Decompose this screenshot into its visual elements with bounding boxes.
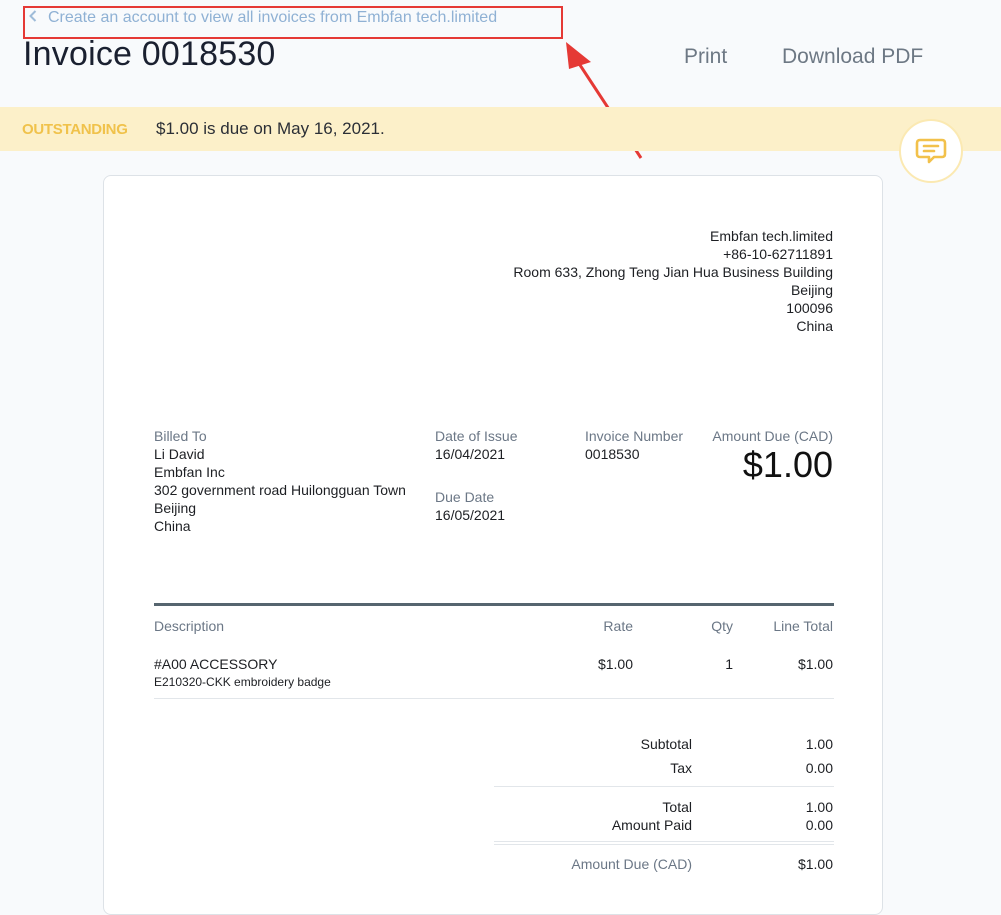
billed-to-block: Billed To Li David Embfan Inc 302 govern…: [154, 427, 406, 535]
amount-paid-label: Amount Paid: [611, 817, 692, 833]
issue-date-label: Date of Issue: [435, 428, 518, 444]
totals-divider: [494, 786, 834, 787]
company-country: China: [796, 318, 833, 334]
billed-to-name: Li David: [154, 446, 205, 462]
billed-to-street: 302 government road Huilongguan Town: [154, 482, 406, 498]
tax-label: Tax: [670, 760, 692, 776]
company-postal: 100096: [786, 300, 833, 316]
final-due-value: $1.00: [797, 856, 833, 872]
item-line-total: $1.00: [797, 656, 833, 672]
print-link[interactable]: Print: [684, 45, 727, 69]
item-qty: 1: [725, 656, 733, 672]
row-divider: [154, 698, 834, 699]
invoice-number-value: 0018530: [585, 446, 640, 462]
issue-date-value: 16/04/2021: [435, 446, 506, 462]
invoice-number-label: Invoice Number: [585, 428, 684, 444]
billed-to-city: Beijing: [154, 500, 197, 516]
total-value: 1.00: [805, 799, 833, 815]
col-header-line-total: Line Total: [773, 618, 833, 634]
due-date-label: Due Date: [435, 489, 495, 505]
company-street: Room 633, Zhong Teng Jian Hua Business B…: [513, 264, 833, 280]
col-header-qty: Qty: [711, 618, 733, 634]
company-city: Beijing: [790, 282, 833, 298]
table-top-rule: [154, 603, 834, 606]
page-title: Invoice 0018530: [23, 35, 276, 73]
chat-button[interactable]: [899, 119, 963, 183]
invoice-card: Embfan tech.limited +86-10-62711891 Room…: [103, 175, 883, 915]
billed-to-company: Embfan Inc: [154, 464, 225, 480]
due-date-value: 16/05/2021: [435, 507, 506, 523]
amount-due-label: Amount Due (CAD): [712, 428, 833, 444]
company-name: Embfan tech.limited: [710, 228, 833, 244]
item-title: #A00 ACCESSORY: [154, 656, 278, 672]
company-address: Embfan tech.limited +86-10-62711891 Room…: [513, 227, 833, 335]
total-label: Total: [662, 799, 692, 815]
amount-due-value: $1.00: [742, 444, 833, 485]
invoice-number-block: Invoice Number 0018530: [585, 427, 683, 463]
final-due-label: Amount Due (CAD): [571, 856, 692, 872]
status-message: $1.00 is due on May 16, 2021.: [156, 119, 385, 138]
subtotal-label: Subtotal: [640, 736, 692, 752]
item-rate: $1.00: [597, 656, 633, 672]
issue-date-block: Date of Issue 16/04/2021: [435, 427, 518, 463]
amount-paid-value: 0.00: [805, 817, 833, 833]
item-subtitle: E210320-CKK embroidery badge: [154, 675, 331, 689]
amount-due-block: Amount Due (CAD) $1.00: [712, 427, 833, 485]
company-phone: +86-10-62711891: [723, 246, 833, 262]
tax-value: 0.00: [805, 760, 833, 776]
due-divider-2: [494, 844, 834, 845]
status-badge: OUTSTANDING: [22, 121, 128, 138]
col-header-rate: Rate: [603, 618, 633, 634]
due-divider-1: [494, 841, 834, 842]
download-pdf-link[interactable]: Download PDF: [782, 45, 923, 69]
billed-to-label: Billed To: [154, 428, 207, 444]
col-header-description: Description: [154, 618, 225, 634]
status-banner: OUTSTANDING $1.00 is due on May 16, 2021…: [0, 107, 1001, 151]
subtotal-value: 1.00: [805, 736, 833, 752]
chat-bubble-icon: [915, 138, 947, 164]
billed-to-country: China: [154, 518, 191, 534]
due-date-block: Due Date 16/05/2021: [435, 488, 505, 524]
